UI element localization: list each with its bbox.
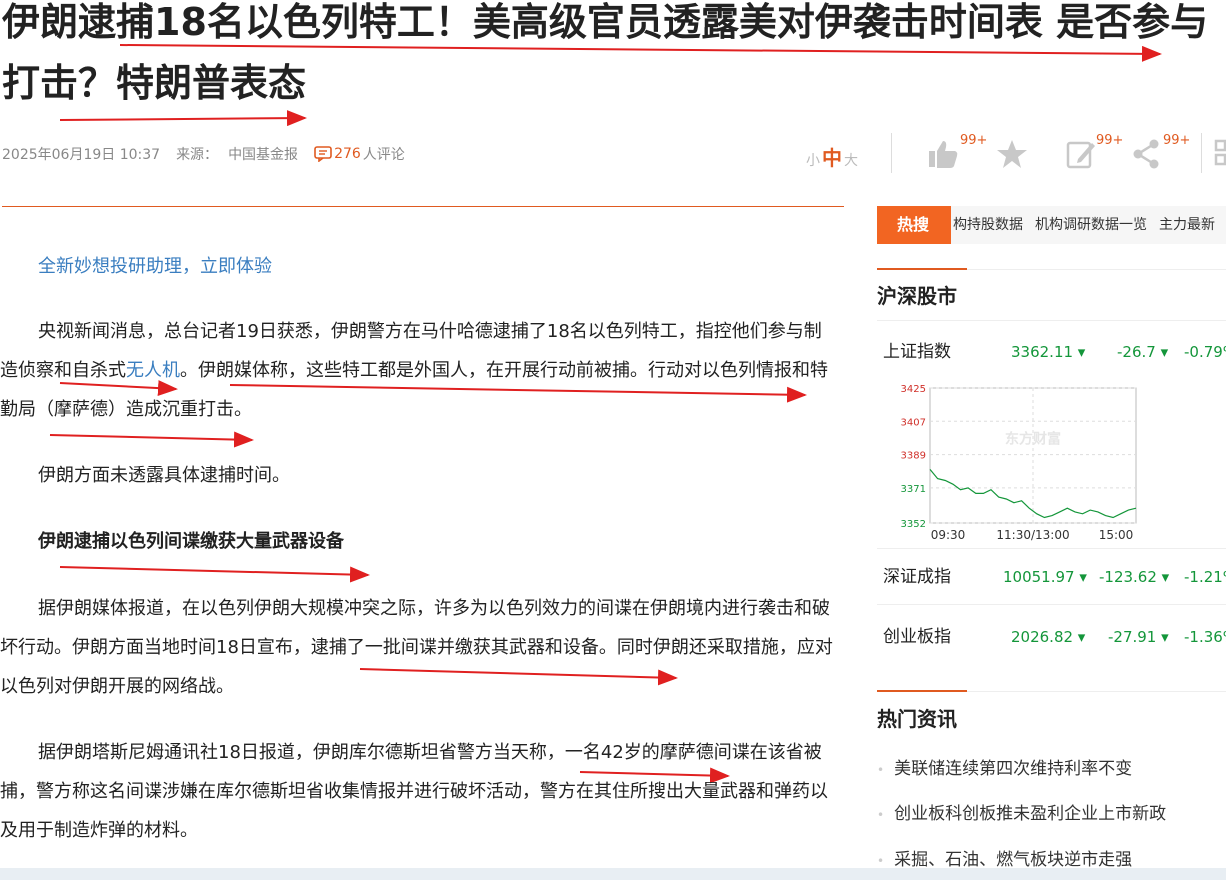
like-count: 99+ [960, 133, 988, 148]
article-title: 伊朗逮捕18名以色列特工！美高级官员透露美对伊袭击时间表 是否参与打击？特朗普表… [2, 0, 1209, 105]
annotation-arrow [59, 110, 307, 127]
index-value: 10051.97 ▾ [1003, 568, 1087, 586]
news-item[interactable]: 美联储连续第四次维持利率不变 [877, 754, 1132, 779]
hot-search-links: 构持股数据 机构调研数据一览 主力最新 [953, 206, 1215, 244]
market-title: 沪深股市 [877, 284, 957, 308]
qr-code-button[interactable] [1214, 131, 1226, 171]
paragraph-1: 央视新闻消息，总台记者19日获悉，伊朗警方在马什哈德逮捕了18名以色列特工，指控… [0, 312, 836, 429]
toolbar-divider [1201, 133, 1202, 173]
comment-icon [314, 146, 332, 162]
share-icon [1133, 139, 1159, 169]
chart-watermark: 东方财富 [1005, 431, 1061, 448]
index-divider [877, 604, 1226, 605]
y-tick-label: 3389 [901, 451, 926, 462]
edit-count: 99+ [1096, 133, 1124, 148]
comment-count: 276 [334, 146, 361, 162]
qr-code-icon [1214, 139, 1226, 166]
market-title-divider [877, 320, 1226, 321]
y-tick-label: 3425 [901, 384, 926, 395]
index-pct: -1.21% [1184, 568, 1226, 586]
publish-date: 2025年06月19日 10:37 [2, 147, 161, 163]
paragraph-4: 据伊朗塔斯尼姆通讯社18日报道，伊朗库尔德斯坦省警方当天称，一名42岁的摩萨德间… [0, 742, 828, 841]
drone-link[interactable]: 无人机 [126, 360, 180, 381]
font-size-small[interactable]: 小 [806, 150, 820, 170]
article-meta: 2025年06月19日 10:37 来源： 中国基金报 276 人评论 [2, 144, 405, 164]
news-section-accent [877, 690, 967, 692]
source-name[interactable]: 中国基金报 [228, 147, 298, 163]
title-divider [2, 206, 844, 207]
y-tick-label: 3407 [901, 417, 926, 428]
source-info: 来源： 中国基金报 [176, 144, 298, 164]
index-value: 2026.82 ▾ [1011, 628, 1086, 646]
hot-link[interactable]: 主力最新 [1159, 206, 1215, 244]
y-tick-label: 3352 [901, 519, 926, 530]
index-row-cy[interactable]: 创业板指 2026.82 ▾ -27.91 ▾ -1.36% [877, 617, 1226, 657]
x-tick-label: 15:00 [1099, 528, 1134, 542]
star-icon [997, 140, 1027, 168]
promo-paragraph: 全新妙想投研助理，立即体验 [0, 247, 836, 286]
toolbar-divider [891, 133, 892, 173]
favorite-button[interactable] [995, 131, 1035, 171]
index-name: 深证成指 [883, 567, 951, 587]
index-change: -27.91 ▾ [1108, 628, 1169, 646]
hot-search-tag: 热搜 [877, 206, 951, 244]
paragraph-3: 据伊朗媒体报道，在以色列伊朗大规模冲突之际，许多为以色列效力的间谍在伊朗境内进行… [0, 598, 833, 697]
thumbs-up-icon [929, 141, 958, 168]
browser-bottom-bar [0, 868, 1226, 880]
intraday-chart[interactable]: 3425 3407 3389 3371 3352 09:30 11:30/13:00 15:0… [894, 378, 1144, 548]
annotation-arrow [49, 431, 254, 448]
index-value: 3362.11 ▾ [1011, 343, 1086, 361]
x-tick-label: 11:30/13:00 [996, 528, 1069, 542]
hot-link[interactable]: 构持股数据 [953, 206, 1023, 244]
share-count: 99+ [1163, 133, 1191, 148]
annotation-arrow [59, 566, 370, 583]
edit-icon [1066, 141, 1095, 169]
index-divider [877, 548, 1226, 549]
font-size-switcher: 小 中 大 [806, 142, 858, 171]
index-pct: -1.36% [1184, 628, 1226, 646]
news-title: 热门资讯 [877, 707, 957, 731]
comment-link[interactable]: 276 人评论 [314, 144, 405, 164]
font-size-large[interactable]: 大 [844, 150, 858, 170]
index-row-sz[interactable]: 深证成指 10051.97 ▾ -123.62 ▾ -1.21% [877, 557, 1226, 597]
index-row-sh[interactable]: 上证指数 3362.11 ▾ -26.7 ▾ -0.79% [877, 332, 1226, 372]
index-change: -26.7 ▾ [1117, 343, 1169, 361]
y-tick-label: 3371 [901, 484, 926, 495]
source-label: 来源： [176, 147, 219, 163]
index-change: -123.62 ▾ [1099, 568, 1170, 586]
paragraph-2: 伊朗方面未透露具体逮捕时间。 [38, 465, 290, 486]
index-pct: -0.79% [1184, 343, 1226, 361]
index-name: 创业板指 [883, 627, 951, 647]
promo-link[interactable]: 全新妙想投研助理，立即体验 [38, 256, 272, 277]
news-item[interactable]: 创业板科创板推未盈利企业上市新政 [877, 799, 1166, 824]
index-name: 上证指数 [883, 342, 951, 362]
comment-suffix: 人评论 [362, 147, 405, 163]
news-item[interactable]: 采掘、石油、燃气板块逆市走强 [877, 845, 1132, 870]
section-subheading: 伊朗逮捕以色列间谍缴获大量武器设备 [38, 531, 344, 552]
hot-link[interactable]: 机构调研数据一览 [1035, 206, 1147, 244]
font-size-medium[interactable]: 中 [822, 142, 842, 171]
market-section-accent [877, 268, 967, 270]
x-tick-label: 09:30 [931, 528, 966, 542]
